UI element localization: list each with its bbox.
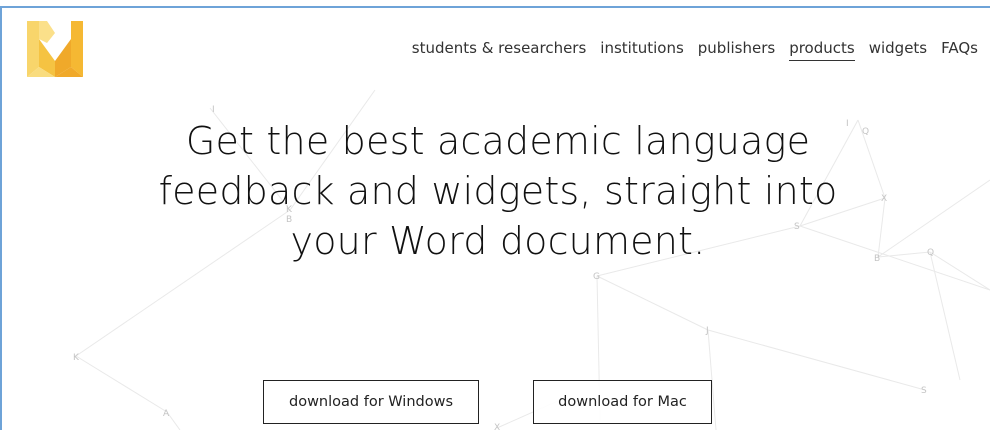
download-windows-button[interactable]: download for Windows <box>263 380 479 424</box>
nav-institutions[interactable]: institutions <box>600 39 683 60</box>
download-mac-button[interactable]: download for Mac <box>533 380 712 424</box>
headline-line-2: feedback and widgets, straight into <box>158 169 838 213</box>
hero-headline: Get the best academic language feedback … <box>98 116 898 266</box>
bg-letter: I <box>212 105 215 115</box>
writefull-w-logo-icon[interactable] <box>27 21 83 77</box>
bg-letter: J <box>705 326 709 336</box>
nav-publishers[interactable]: publishers <box>698 39 775 60</box>
page: I Q K B X S B Q G J K A S X I students &… <box>0 0 990 430</box>
nav-widgets[interactable]: widgets <box>869 39 927 60</box>
nav-faqs[interactable]: FAQs <box>941 39 978 60</box>
bg-letter: X <box>494 423 500 430</box>
nav-students-researchers[interactable]: students & researchers <box>412 39 587 60</box>
headline-line-1: Get the best academic language <box>185 119 811 163</box>
frame-top-border <box>0 6 990 8</box>
nav-products[interactable]: products <box>789 39 855 61</box>
bg-letter: S <box>921 386 927 396</box>
frame-left-border <box>0 6 2 430</box>
bg-letter: A <box>163 409 170 419</box>
bg-letter: G <box>593 272 600 282</box>
headline-line-3: your Word document. <box>290 219 706 263</box>
main-nav: students & researchers institutions publ… <box>412 39 978 61</box>
bg-letter: Q <box>927 248 934 258</box>
